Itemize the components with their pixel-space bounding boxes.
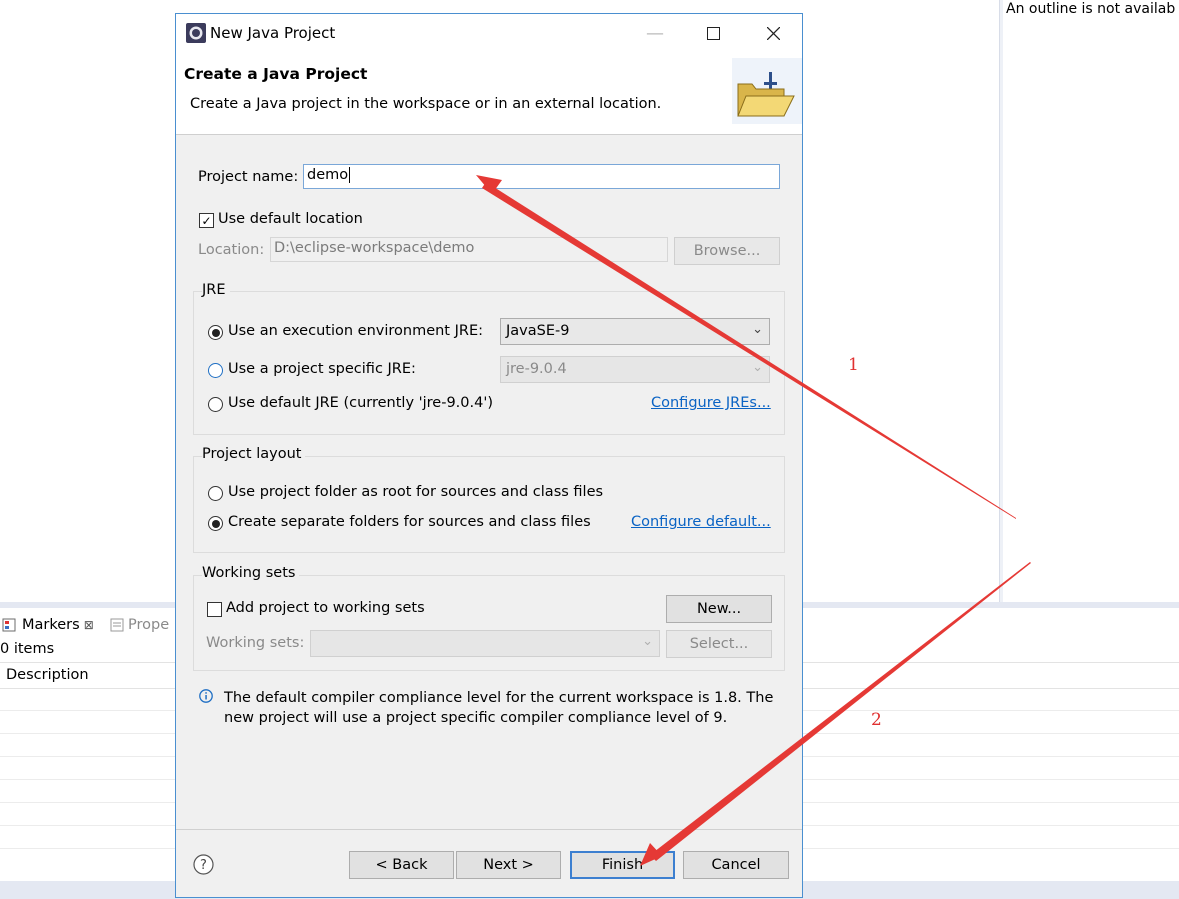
annotation-label-2: 2 [871, 710, 882, 730]
arrow-1 [482, 182, 1016, 519]
arrow-2 [650, 562, 1031, 861]
annotation-label-1: 1 [848, 355, 859, 375]
annotation-overlay [476, 175, 1031, 866]
arrowhead-2 [640, 843, 662, 866]
